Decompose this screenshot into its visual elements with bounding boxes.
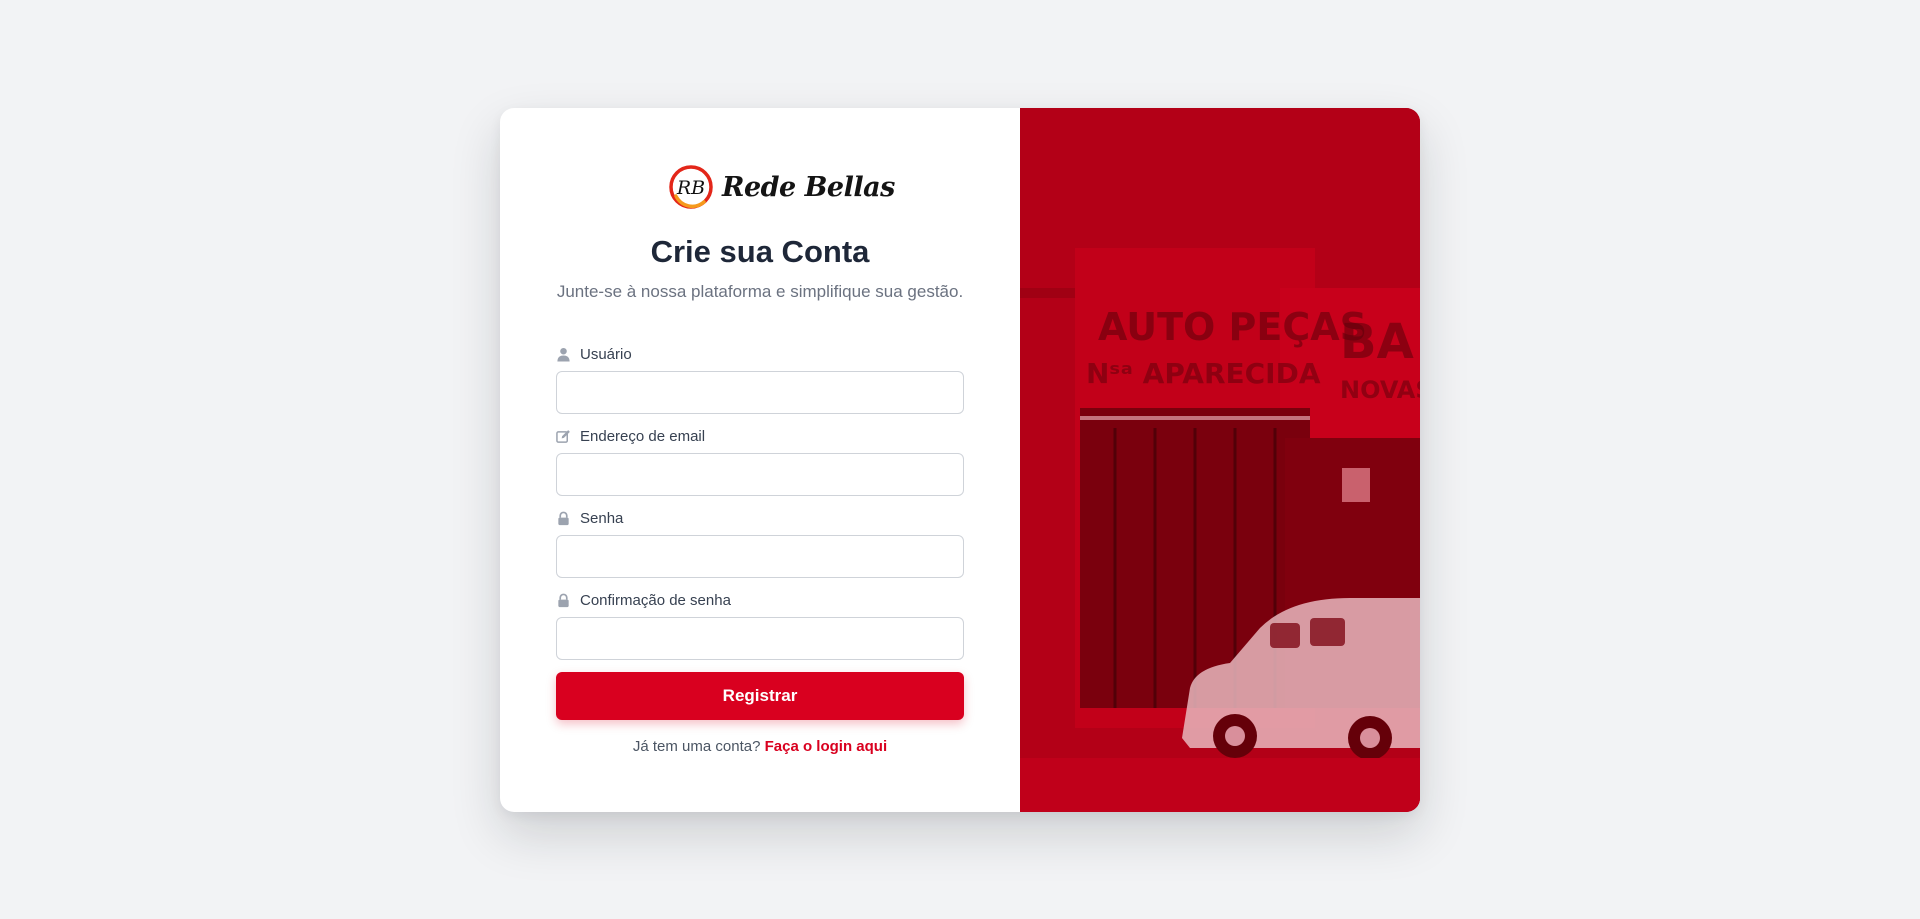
username-label-text: Usuário <box>580 345 632 363</box>
register-card: RB Rede Bellas Crie sua Conta Junte-se à… <box>500 108 1420 812</box>
rb-logo-icon: RB <box>669 165 713 209</box>
side-image-panel: AUTO PEÇAS Nˢᵃ APARECIDA BA NOVAS <box>1020 108 1420 812</box>
edit-icon <box>556 429 570 443</box>
email-label-text: Endereço de email <box>580 427 706 445</box>
lock-icon <box>558 593 569 607</box>
page-title: Crie sua Conta <box>650 234 870 269</box>
login-prompt-text: Já tem uma conta? <box>632 738 761 755</box>
svg-text:NOVAS: NOVAS <box>1340 376 1420 404</box>
login-link[interactable]: Faça o login aqui <box>765 738 888 755</box>
storefront-photo: AUTO PEÇAS Nˢᵃ APARECIDA BA NOVAS <box>1020 108 1420 812</box>
password-input[interactable] <box>556 535 964 578</box>
username-label: Usuário <box>556 344 964 364</box>
password-confirm-label: Confirmação de senha <box>556 590 964 610</box>
email-label: Endereço de email <box>556 426 964 446</box>
password-confirm-label-text: Confirmação de senha <box>580 591 731 609</box>
username-input[interactable] <box>556 371 964 414</box>
svg-text:BA: BA <box>1340 314 1414 370</box>
page-subtitle: Junte-se à nossa plataforma e simplifiqu… <box>556 282 964 301</box>
password-label-text: Senha <box>580 509 624 527</box>
email-input[interactable] <box>556 453 964 496</box>
svg-text:RB: RB <box>676 177 705 199</box>
brand-logo: RB Rede Bellas <box>668 164 895 210</box>
user-icon <box>557 347 570 362</box>
svg-text:AUTO PEÇAS: AUTO PEÇAS <box>1098 305 1367 349</box>
svg-text:Nˢᵃ APARECIDA: Nˢᵃ APARECIDA <box>1086 357 1321 390</box>
login-prompt: Já tem uma conta? Faça o login aqui <box>500 738 1020 755</box>
password-confirm-field: Confirmação de senha <box>556 590 964 660</box>
password-confirm-input[interactable] <box>556 617 964 660</box>
password-field: Senha <box>556 508 964 578</box>
username-field: Usuário <box>556 344 964 414</box>
email-field: Endereço de email <box>556 426 964 496</box>
password-label: Senha <box>556 508 964 528</box>
register-button[interactable]: Registrar <box>556 672 964 720</box>
lock-icon <box>558 511 569 525</box>
brand-name: Rede Bellas <box>722 171 895 203</box>
register-form-panel: RB Rede Bellas Crie sua Conta Junte-se à… <box>500 108 1020 812</box>
